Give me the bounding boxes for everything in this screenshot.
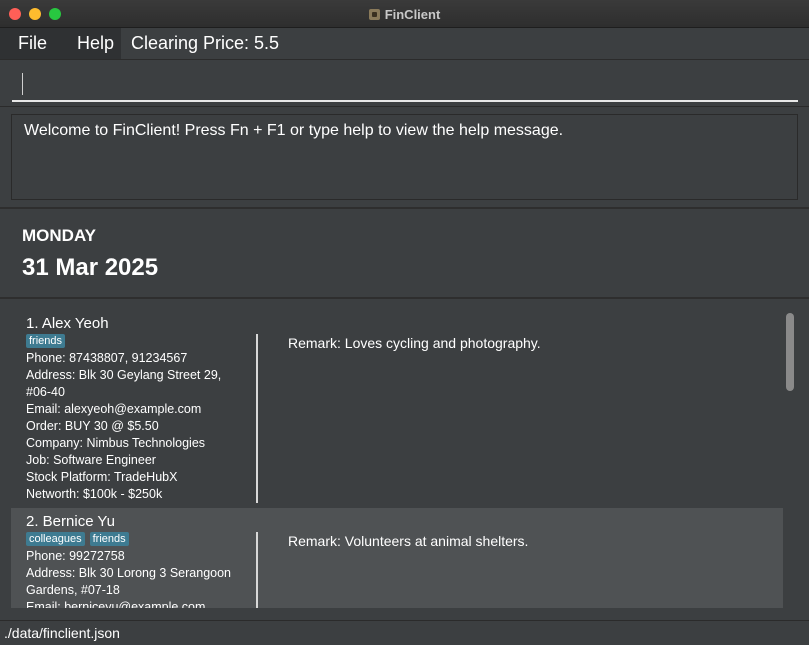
person-order: Order: BUY 30 @ $5.50: [26, 419, 159, 433]
window-title: FinClient: [384, 6, 441, 22]
card-separator: [256, 334, 258, 503]
person-address-cont: Gardens, #07-18: [26, 583, 120, 597]
person-list[interactable]: 1. Alex Yeoh friends Phone: 87438807, 91…: [11, 310, 783, 608]
person-email: Email: alexyeoh@example.com: [26, 402, 202, 416]
scrollbar-thumb[interactable]: [786, 313, 794, 391]
title-bar: FinClient: [0, 0, 809, 28]
menu-bar: File Help Clearing Price: 5.5: [0, 28, 809, 60]
divider: [0, 297, 809, 299]
person-name: 2. Bernice Yu: [26, 513, 115, 530]
person-name: 1. Alex Yeoh: [26, 315, 109, 332]
person-remark: Remark: Loves cycling and photography.: [288, 335, 541, 351]
date-panel: MONDAY 31 Mar 2025: [0, 209, 809, 297]
person-remark: Remark: Volunteers at animal shelters.: [288, 533, 529, 549]
save-location: ./data/finclient.json: [4, 625, 120, 641]
date-label: 31 Mar 2025: [22, 254, 159, 281]
person-phone: Phone: 99272758: [26, 549, 125, 563]
person-networth: Networth: $100k - $250k: [26, 487, 163, 501]
menu-help[interactable]: Help: [47, 33, 114, 54]
person-address: Address: Blk 30 Geylang Street 29,: [26, 368, 222, 382]
tag: colleagues: [26, 532, 85, 546]
result-display: Welcome to FinClient! Press Fn + F1 or t…: [11, 114, 798, 200]
person-company: Company: Nimbus Technologies: [26, 436, 206, 450]
person-card[interactable]: 2. Bernice Yu colleagues friends Phone: …: [11, 508, 783, 608]
result-message: Welcome to FinClient! Press Fn + F1 or t…: [24, 122, 564, 139]
text-caret: [22, 73, 23, 95]
card-separator: [256, 532, 258, 608]
menu-file[interactable]: File: [0, 33, 47, 54]
command-input[interactable]: [12, 64, 798, 102]
clearing-price-label: Clearing Price: 5.5: [131, 33, 280, 53]
tag-list: friends: [26, 334, 66, 348]
person-stock-platform: Stock Platform: TradeHubX: [26, 470, 178, 484]
person-address: Address: Blk 30 Lorong 3 Serangoon: [26, 566, 231, 580]
window-title-wrap: FinClient: [0, 0, 809, 28]
menu-group: File Help: [0, 28, 121, 59]
status-bar: ./data/finclient.json: [0, 620, 809, 645]
person-phone: Phone: 87438807, 91234567: [26, 351, 188, 365]
person-email: Email: berniceyu@example.com: [26, 600, 206, 608]
tag: friends: [89, 532, 129, 546]
app-icon: [368, 8, 380, 20]
tag-list: colleagues friends: [26, 532, 129, 546]
day-label: MONDAY: [22, 226, 96, 245]
command-box: [0, 60, 809, 107]
tag: friends: [26, 334, 66, 348]
person-card[interactable]: 1. Alex Yeoh friends Phone: 87438807, 91…: [11, 310, 783, 508]
scrollbar[interactable]: [783, 310, 798, 608]
person-address-cont: #06-40: [26, 385, 65, 399]
person-job: Job: Software Engineer: [26, 453, 156, 467]
